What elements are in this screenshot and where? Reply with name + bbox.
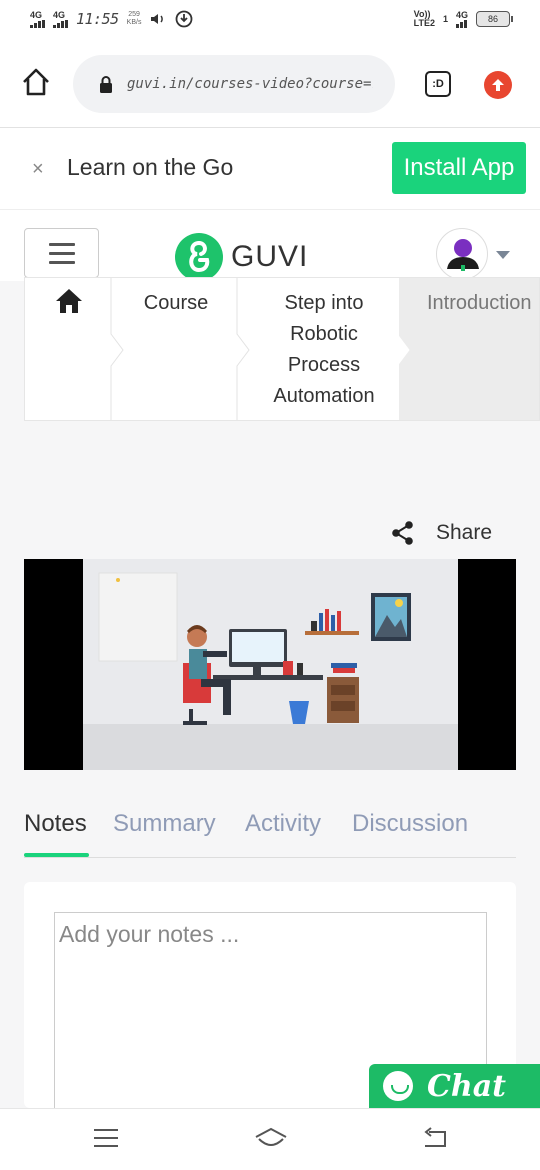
breadcrumb-item-course[interactable]: Course [113, 278, 239, 420]
signal-bars-icon [455, 19, 467, 28]
chevron-down-icon[interactable] [496, 251, 510, 259]
lock-icon [100, 76, 112, 93]
tabs-button[interactable]: :D [425, 71, 451, 97]
tab-activity[interactable]: Activity [245, 810, 321, 838]
tab-discussion[interactable]: Discussion [352, 810, 468, 838]
browser-toolbar: guvi.in/courses-video?course=rpa_e :D [0, 40, 540, 128]
video-player[interactable] [24, 559, 516, 770]
update-button[interactable] [484, 71, 512, 99]
user-avatar-icon [447, 239, 479, 271]
content-tabs: Notes Summary Activity Discussion [24, 808, 516, 858]
home-icon [56, 289, 82, 313]
back-icon[interactable] [421, 1127, 447, 1149]
vibrate-icon [151, 14, 164, 24]
signal-2: 4G [53, 10, 68, 28]
clock: 11:55 [76, 10, 119, 28]
video-frame [83, 559, 458, 770]
chat-button[interactable]: Chat [369, 1064, 540, 1108]
chat-label: Chat [427, 1068, 506, 1104]
breadcrumb-separator [110, 278, 124, 420]
breadcrumb-separator [396, 278, 410, 420]
signal-bars-icon [53, 19, 68, 28]
banner-text: Learn on the Go [67, 154, 234, 180]
battery-icon: 86 [476, 11, 513, 27]
breadcrumb: Introduction Course Step into Robotic Pr… [24, 277, 540, 421]
video-illustration [83, 572, 458, 770]
status-bar: 4G 4G 11:55 259 KB/s Vo)) LTE2 1 4G 86 [0, 0, 540, 40]
network-speed: 259 KB/s [126, 11, 142, 26]
update-icon [492, 79, 504, 91]
data-saver-icon [176, 10, 193, 28]
breadcrumb-item-home[interactable] [25, 278, 113, 420]
menu-button[interactable] [24, 228, 99, 278]
url-text: guvi.in/courses-video?course=rpa_e [127, 76, 373, 92]
avatar[interactable] [436, 228, 488, 280]
tab-summary[interactable]: Summary [113, 810, 216, 838]
install-app-button[interactable]: Install App [392, 142, 526, 194]
breadcrumb-item-introduction[interactable]: Introduction [399, 278, 539, 420]
close-icon[interactable]: × [32, 158, 44, 181]
logo-text: GUVI [231, 240, 309, 273]
active-tab-indicator [24, 853, 89, 857]
breadcrumb-separator [236, 278, 250, 420]
home-icon[interactable] [20, 66, 52, 98]
install-banner: × Learn on the Go Install App [0, 128, 540, 210]
guvi-logo[interactable]: GUVI [175, 233, 308, 281]
signal-1: 4G [30, 10, 45, 28]
volte-indicator: Vo)) LTE2 [413, 9, 435, 28]
tab-notes[interactable]: Notes [24, 810, 87, 838]
logo-mark-icon [175, 233, 223, 281]
share-button[interactable]: Share [392, 521, 492, 545]
share-icon [392, 521, 413, 545]
home-icon[interactable] [254, 1127, 288, 1149]
chat-icon [383, 1071, 413, 1101]
recents-icon[interactable] [93, 1127, 119, 1149]
status-right: Vo)) LTE2 1 4G 86 [413, 9, 513, 28]
network-right: 4G [455, 10, 468, 28]
system-nav-bar [0, 1108, 540, 1170]
status-left: 4G 4G 11:55 259 KB/s [30, 10, 193, 28]
signal-bars-icon [30, 19, 45, 28]
site-header: GUVI [0, 211, 540, 281]
address-bar[interactable]: guvi.in/courses-video?course=rpa_e [73, 55, 395, 113]
breadcrumb-item-course-name[interactable]: Step into Robotic Process Automation [239, 278, 409, 420]
sim-indicator: 1 [442, 13, 448, 24]
